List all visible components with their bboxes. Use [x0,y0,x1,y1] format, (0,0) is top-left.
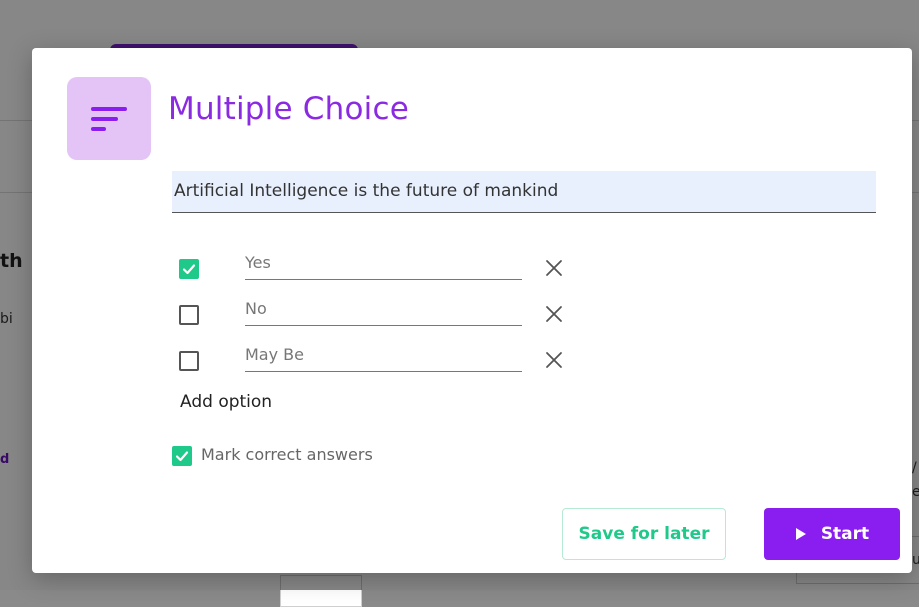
option-correct-checkbox[interactable] [179,259,199,279]
remove-option-button[interactable] [543,303,565,325]
text-lines-icon [91,106,127,131]
add-option-button[interactable]: Add option [180,392,272,412]
dialog-title: Multiple Choice [168,91,409,127]
play-icon [795,528,806,540]
save-for-later-label: Save for later [578,524,710,544]
option-correct-checkbox[interactable] [179,351,199,371]
check-icon [182,264,196,275]
question-input[interactable]: Artificial Intelligence is the future of… [172,171,876,213]
close-icon [546,306,562,322]
remove-option-button[interactable] [543,349,565,371]
mark-correct-label: Mark correct answers [201,445,373,464]
remove-option-button[interactable] [543,257,565,279]
option-input[interactable]: No [245,298,522,326]
close-icon [546,352,562,368]
mark-correct-checkbox[interactable] [172,446,192,466]
option-input[interactable]: May Be [245,344,522,372]
close-icon [546,260,562,276]
option-row: No [179,298,579,328]
check-icon [175,451,189,462]
option-row: May Be [179,344,579,374]
question-type-icon-tile [67,77,151,160]
start-button[interactable]: Start [764,508,900,560]
multiple-choice-dialog: Multiple Choice Artificial Intelligence … [32,48,912,573]
option-input[interactable]: Yes [245,252,522,280]
option-correct-checkbox[interactable] [179,305,199,325]
save-for-later-button[interactable]: Save for later [562,508,726,560]
mark-correct-answers-toggle[interactable]: Mark correct answers [172,443,472,467]
start-label: Start [820,524,870,544]
option-row: Yes [179,252,579,282]
